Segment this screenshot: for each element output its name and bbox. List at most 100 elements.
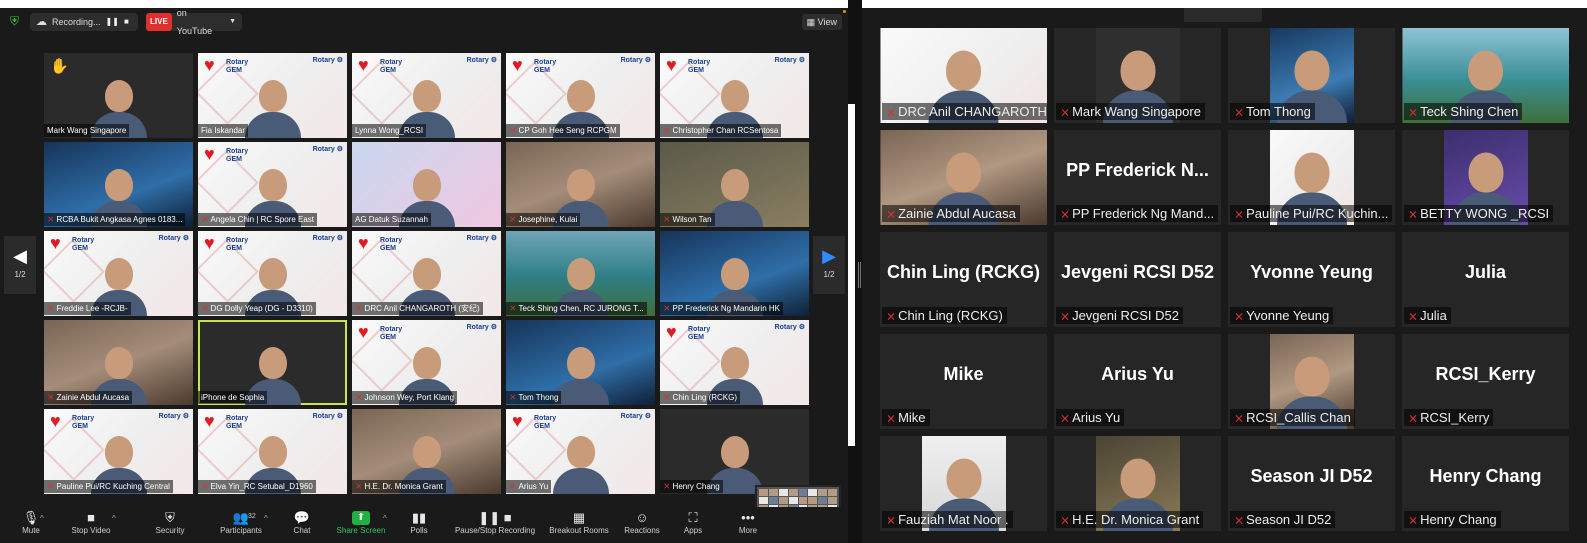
- participant-tile[interactable]: Yvonne Yeung ⨯ Yvonne Yeung: [1228, 232, 1395, 327]
- apps-button[interactable]: ⛶ Apps: [682, 510, 704, 535]
- previous-page-button[interactable]: ◀ 1/2: [4, 236, 36, 294]
- participant-tile[interactable]: ♥ Rotary GEM Rotary ⚙ ⨯ Angela Chin | RC Spor…: [198, 142, 347, 227]
- participant-tile[interactable]: ⨯ Fauziah Mat Noor .: [880, 436, 1047, 531]
- participant-display-name: RCSI_Kerry: [1435, 364, 1536, 384]
- participant-tile[interactable]: Season JI D52 ⨯ Season JI D52: [1228, 436, 1395, 531]
- participant-tile[interactable]: ⨯ Zainie Abdul Aucasa: [44, 320, 193, 405]
- participant-name-text: Julia: [1420, 308, 1447, 323]
- mute-button[interactable]: 🎙 Mute ^: [18, 510, 44, 535]
- participant-tile[interactable]: ⨯ Teck Shing Chen, RC JURONG T...: [506, 231, 655, 316]
- participant-tile[interactable]: ⨯ H.E. Dr. Monica Grant: [352, 409, 501, 494]
- thumbnail-cell: [759, 489, 768, 496]
- participant-tile[interactable]: ♥ Rotary GEM Rotary ⚙ ⨯ Pauline Pui/RC Kuchin…: [44, 409, 193, 494]
- rotary-gem-logo: Rotary GEM: [534, 415, 557, 430]
- participant-tile[interactable]: ♥ Rotary GEM Rotary ⚙ ⨯ Chin Ling (RCKG): [660, 320, 809, 405]
- participant-tile[interactable]: ⨯ H.E. Dr. Monica Grant: [1054, 436, 1221, 531]
- participant-tile[interactable]: ⨯ Pauline Pui/RC Kuchin...: [1228, 130, 1395, 225]
- participant-tile[interactable]: ♥ Rotary GEM Rotary ⚙ ⨯ CP Goh Hee Seng RCPGM: [506, 53, 655, 138]
- resize-handle[interactable]: [858, 262, 861, 288]
- polls-icon: ▮▮: [411, 510, 427, 525]
- participant-name: ⨯ RCSI_Kerry: [1404, 409, 1494, 426]
- mic-muted-icon: ⨯: [663, 303, 671, 313]
- participant-name: ⨯ Henry Chang: [660, 480, 723, 493]
- participant-tile[interactable]: ♥ Rotary GEM Rotary ⚙ ⨯ Johnson Wey, Port Kla…: [352, 320, 501, 405]
- chevron-up-icon[interactable]: ^: [264, 514, 268, 523]
- participant-tile[interactable]: ⨯ PP Frederick Ng Mandarin HK: [660, 231, 809, 316]
- participant-tile[interactable]: ♥ Rotary GEM Rotary ⚙ ⨯ Elva Yin_RC Setubal_D…: [198, 409, 347, 494]
- participant-tile[interactable]: Chin Ling (RCKG) ⨯ Chin Ling (RCKG): [880, 232, 1047, 327]
- participant-name-text: Johnson Wey, Port Klang: [364, 393, 455, 402]
- participant-tile[interactable]: ⨯ RCBA Bukit Angkasa Agnes 0183...: [44, 142, 193, 227]
- participant-display-name: Jevgeni RCSI D52: [1060, 262, 1215, 282]
- polls-button[interactable]: ▮▮ Polls: [408, 510, 430, 535]
- participant-tile[interactable]: ✋ Mark Wang Singapore: [44, 53, 193, 138]
- more-button[interactable]: ••• More: [737, 510, 759, 535]
- participant-tile[interactable]: ♥ Rotary GEM Rotary ⚙ Lynna Wong_RCSI: [352, 53, 501, 138]
- pause-recording-icon[interactable]: ❚❚: [106, 13, 119, 31]
- participant-count: 32: [248, 513, 256, 520]
- participant-tile[interactable]: ⨯ Tom Thong: [506, 320, 655, 405]
- participant-tile[interactable]: RCSI_Kerry ⨯ RCSI_Kerry: [1402, 334, 1569, 429]
- participant-tile[interactable]: ⨯ Tom Thong: [1228, 28, 1395, 123]
- participant-name: ⨯ Josephine, Kulai: [506, 213, 581, 226]
- chat-button[interactable]: 💬 Chat: [291, 510, 313, 535]
- rotary-logo: Rotary ⚙: [620, 57, 651, 64]
- heart-icon: ♥: [204, 411, 215, 431]
- chat-icon: 💬: [293, 510, 311, 525]
- pause-stop-recording-button[interactable]: ❚❚ ■ Pause/Stop Recording: [451, 510, 539, 535]
- participant-tile[interactable]: ♥ Rotary GEM Rotary ⚙ ⨯ DG Dolly Yeap (DG - D…: [198, 231, 347, 316]
- breakout-rooms-button[interactable]: ▦ Breakout Rooms: [546, 510, 612, 535]
- chevron-up-icon[interactable]: ^: [112, 514, 116, 523]
- cloud-icon: ☁: [36, 16, 47, 28]
- participant-tile[interactable]: ⨯ Henry Chang: [660, 409, 809, 494]
- rotary-logo: Rotary ⚙: [158, 413, 189, 420]
- security-button[interactable]: ⛨ Security: [150, 510, 190, 535]
- participant-tile[interactable]: Julia ⨯ Julia: [1402, 232, 1569, 327]
- participant-tile[interactable]: ⨯ Zainie Abdul Aucasa: [880, 130, 1047, 225]
- participant-tile[interactable]: ⨯ Wilson Tan: [660, 142, 809, 227]
- chevron-up-icon[interactable]: ^: [383, 514, 387, 523]
- participant-name: ⨯ Yvonne Yeung: [1230, 307, 1334, 324]
- live-stream-label: on YouTube: [176, 8, 213, 36]
- participant-tile[interactable]: ♥ Rotary GEM Rotary ⚙ ⨯ DRC Anil CHANGAROTH (…: [352, 231, 501, 316]
- participant-tile[interactable]: Mike ⨯ Mike: [880, 334, 1047, 429]
- participant-tile[interactable]: ⨯ Mark Wang Singapore: [1054, 28, 1221, 123]
- chevron-up-icon[interactable]: ^: [40, 514, 44, 523]
- participant-tile[interactable]: Jevgeni RCSI D52 ⨯ Jevgeni RCSI D52: [1054, 232, 1221, 327]
- participant-tile[interactable]: Arius Yu ⨯ Arius Yu: [1054, 334, 1221, 429]
- encryption-shield-icon[interactable]: ⛨: [10, 14, 23, 28]
- participant-tile[interactable]: AG Datuk Suzannah: [352, 142, 501, 227]
- page-indicator: 1/2: [823, 270, 835, 279]
- stop-video-button[interactable]: ■ Stop Video ^: [66, 510, 116, 535]
- participant-tile[interactable]: ⨯ Josephine, Kulai: [506, 142, 655, 227]
- participant-tile[interactable]: ⨯ BETTY WONG _RCSI: [1402, 130, 1569, 225]
- participant-tile[interactable]: Henry Chang ⨯ Henry Chang: [1402, 436, 1569, 531]
- stop-recording-icon[interactable]: ■: [124, 13, 129, 31]
- rotary-logo: Rotary ⚙: [774, 324, 805, 331]
- participant-tile[interactable]: PP Frederick N... ⨯ PP Frederick Ng Mand..…: [1054, 130, 1221, 225]
- rotary-gem-logo: Rotary GEM: [72, 237, 95, 252]
- participant-tile[interactable]: ⨯ DRC Anil CHANGAROTH: [880, 28, 1047, 123]
- live-stream-indicator[interactable]: LIVE on YouTube ▼: [146, 8, 242, 36]
- participant-tile[interactable]: ⨯ Teck Shing Chen: [1402, 28, 1569, 123]
- next-page-button[interactable]: ▶ 1/2: [813, 236, 845, 294]
- participant-tile[interactable]: ♥ Rotary GEM Rotary ⚙ ⨯ Arius Yu: [506, 409, 655, 494]
- participant-tile[interactable]: iPhone de Sophia: [198, 320, 347, 405]
- participant-tile[interactable]: ♥ Rotary GEM Rotary ⚙ Fia Iskandar: [198, 53, 347, 138]
- participant-tile[interactable]: ⨯ RCSI_Callis Chan: [1228, 334, 1395, 429]
- participant-name-text: DRC Anil CHANGAROTH: [898, 104, 1047, 119]
- video-camera-icon: ■: [87, 510, 95, 525]
- recording-indicator[interactable]: ☁ Recording... ❚❚ ■: [30, 13, 138, 31]
- participant-name: ⨯ Zainie Abdul Aucasa: [882, 205, 1020, 222]
- share-screen-button[interactable]: ⬆ Share Screen ^: [335, 510, 387, 535]
- participant-name: ⨯ Teck Shing Chen: [1404, 103, 1523, 120]
- view-button[interactable]: ▦ View: [801, 14, 842, 30]
- mic-muted-icon: ⨯: [1408, 207, 1419, 221]
- participant-tile[interactable]: ♥ Rotary GEM Rotary ⚙ ⨯ Freddie Lee -RCJB-: [44, 231, 193, 316]
- participant-name-text: RCBA Bukit Angkasa Agnes 0183...: [56, 215, 183, 224]
- mic-muted-icon: ⨯: [201, 214, 209, 224]
- reactions-button[interactable]: ☺ Reactions: [621, 510, 663, 535]
- mic-muted-icon: ⨯: [1408, 309, 1419, 323]
- participants-button[interactable]: 👥 32 Participants ^: [214, 510, 268, 535]
- participant-tile[interactable]: ♥ Rotary GEM Rotary ⚙ ⨯ Christopher Chan RCSe…: [660, 53, 809, 138]
